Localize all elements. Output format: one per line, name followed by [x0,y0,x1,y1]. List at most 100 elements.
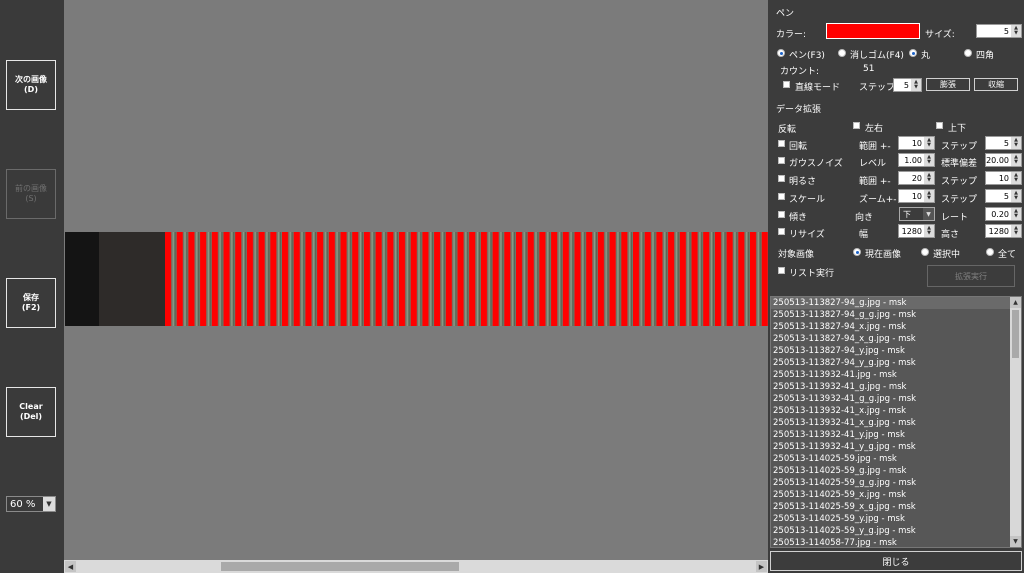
flip-lr-checkbox[interactable] [853,122,860,129]
file-list-item[interactable]: 250513-114025-59_y_g.jpg - msk [771,525,1021,537]
file-list-item[interactable]: 250513-113827-94_y.jpg - msk [771,345,1021,357]
scale-checkbox[interactable] [778,193,785,200]
chevron-down-icon[interactable]: ▼ [43,497,55,511]
chevron-down-icon[interactable]: ▼ [923,208,934,220]
target-current-label: 現在画像 [865,250,902,260]
target-selected-radio[interactable] [921,248,929,256]
image-canvas[interactable] [64,0,768,560]
scroll-left-icon[interactable]: ◀ [65,561,76,572]
stepper-arrows-icon[interactable]: ▲ ▼ [1011,25,1021,37]
stepper-arrows-icon[interactable]: ▲ ▼ [924,172,934,184]
vertical-scrollbar[interactable]: ▲ ▼ [1010,297,1021,547]
file-list-item[interactable]: 250513-114025-59.jpg - msk [771,453,1021,465]
file-list-item[interactable]: 250513-114025-59_x.jpg - msk [771,489,1021,501]
scale-zoom-label: ズーム+- [859,195,897,205]
horizontal-scroll-thumb[interactable] [221,562,459,571]
flip-ud-checkbox[interactable] [936,122,943,129]
target-current-radio[interactable] [853,248,861,256]
pen-step-stepper[interactable]: 5 ▲ ▼ [893,78,922,92]
noise-level-stepper[interactable]: 1.00 ▲ ▼ [898,153,935,167]
clear-button[interactable]: Clear (Del) [6,387,56,437]
size-stepper[interactable]: 5 ▲ ▼ [976,24,1022,38]
pen-section-title: ペン [776,9,795,19]
noise-checkbox[interactable] [778,157,785,164]
color-swatch[interactable] [826,23,920,39]
tilt-checkbox[interactable] [778,211,785,218]
tilt-rate-stepper[interactable]: 0.20 ▲ ▼ [985,207,1022,221]
stepper-arrows-icon[interactable]: ▲ ▼ [1011,137,1021,149]
resize-height-stepper[interactable]: 1280 ▲ ▼ [985,224,1022,238]
line-mode-label: 直線モード [795,83,841,93]
scale-zoom-stepper[interactable]: 10 ▲ ▼ [898,189,935,203]
stepper-arrows-icon[interactable]: ▲ ▼ [924,154,934,166]
target-label: 対象画像 [778,250,815,260]
stepper-arrows-icon[interactable]: ▲ ▼ [924,137,934,149]
tilt-direction-select[interactable]: 下 ▼ [899,207,935,221]
stepper-arrows-icon[interactable]: ▲ ▼ [924,225,934,237]
file-list-item[interactable]: 250513-113932-41_x_g.jpg - msk [771,417,1021,429]
prev-image-button[interactable]: 前の画像 (S) [6,169,56,219]
noise-level-label: レベル [859,159,887,169]
vertical-scroll-thumb[interactable] [1012,310,1019,358]
file-list-item[interactable]: 250513-113827-94_x.jpg - msk [771,321,1021,333]
stepper-arrows-icon[interactable]: ▲ ▼ [1011,208,1021,220]
save-button[interactable]: 保存 (F2) [6,278,56,328]
resize-width-stepper[interactable]: 1280 ▲ ▼ [898,224,935,238]
stepper-arrows-icon[interactable]: ▲ ▼ [911,79,921,91]
rotate-range-stepper[interactable]: 10 ▲ ▼ [898,136,935,150]
file-list-item[interactable]: 250513-113932-41_g.jpg - msk [771,381,1021,393]
target-all-radio[interactable] [986,248,994,256]
pen-mode-radio[interactable] [777,49,785,57]
expand-button[interactable]: 膨張 [926,78,970,91]
file-list-items: 250513-113827-94_g.jpg - msk 250513-11382… [771,297,1021,547]
resize-checkbox[interactable] [778,228,785,235]
pen-step-label: ステップ [859,83,896,93]
shrink-button[interactable]: 収縮 [974,78,1018,91]
scale-step-stepper[interactable]: 5 ▲ ▼ [985,189,1022,203]
file-list-item[interactable]: 250513-113932-41_x.jpg - msk [771,405,1021,417]
file-list-item[interactable]: 250513-114025-59_x_g.jpg - msk [771,501,1021,513]
stepper-arrows-icon[interactable]: ▲ ▼ [924,190,934,202]
brightness-step-stepper[interactable]: 10 ▲ ▼ [985,171,1022,185]
next-image-button[interactable]: 次の画像 (D) [6,60,56,110]
line-mode-checkbox[interactable] [783,81,790,88]
brightness-range-stepper[interactable]: 20 ▲ ▼ [898,171,935,185]
file-list-item[interactable]: 250513-113827-94_y_g.jpg - msk [771,357,1021,369]
file-list-item[interactable]: 250513-113932-41_y_g.jpg - msk [771,441,1021,453]
next-image-shortcut: (D) [24,85,38,94]
eraser-mode-radio[interactable] [838,49,846,57]
file-list[interactable]: 250513-113827-94_g.jpg - msk 250513-11382… [770,296,1022,548]
file-list-item[interactable]: 250513-113827-94_g_g.jpg - msk [771,309,1021,321]
file-list-item[interactable]: 250513-113932-41_g_g.jpg - msk [771,393,1021,405]
mask-image[interactable] [65,232,768,326]
shape-square-radio[interactable] [964,49,972,57]
scroll-up-icon[interactable]: ▲ [1010,297,1021,308]
list-exec-checkbox[interactable] [778,267,785,274]
stepper-arrows-icon[interactable]: ▲ ▼ [1011,154,1021,166]
file-list-item[interactable]: 250513-113932-41_y.jpg - msk [771,429,1021,441]
file-list-item[interactable]: 250513-113827-94_g.jpg - msk [771,297,1021,309]
shape-round-radio[interactable] [909,49,917,57]
stepper-arrows-icon[interactable]: ▲ ▼ [1011,225,1021,237]
stepper-arrows-icon[interactable]: ▲ ▼ [1011,172,1021,184]
rotate-step-stepper[interactable]: 5 ▲ ▼ [985,136,1022,150]
scale-zoom-value: 10 [911,191,922,201]
save-shortcut: (F2) [21,303,41,312]
brightness-checkbox[interactable] [778,175,785,182]
file-list-item[interactable]: 250513-114025-59_y.jpg - msk [771,513,1021,525]
resize-height-label: 高さ [941,230,960,240]
file-list-item[interactable]: 250513-114058-77.jpg - msk [771,537,1021,547]
run-augment-button[interactable]: 拡張実行 [927,265,1015,287]
rotate-checkbox[interactable] [778,140,785,147]
scroll-right-icon[interactable]: ▶ [756,561,767,572]
horizontal-scrollbar[interactable]: ◀ ▶ [64,560,768,573]
noise-std-stepper[interactable]: 20.00 ▲ ▼ [985,153,1022,167]
file-list-item[interactable]: 250513-114025-59_g_g.jpg - msk [771,477,1021,489]
file-list-item[interactable]: 250513-113932-41.jpg - msk [771,369,1021,381]
close-button[interactable]: 閉じる [770,551,1022,571]
zoom-select[interactable]: 60 % ▼ [6,496,56,512]
scroll-down-icon[interactable]: ▼ [1010,536,1021,547]
file-list-item[interactable]: 250513-113827-94_x_g.jpg - msk [771,333,1021,345]
file-list-item[interactable]: 250513-114025-59_g.jpg - msk [771,465,1021,477]
stepper-arrows-icon[interactable]: ▲ ▼ [1011,190,1021,202]
